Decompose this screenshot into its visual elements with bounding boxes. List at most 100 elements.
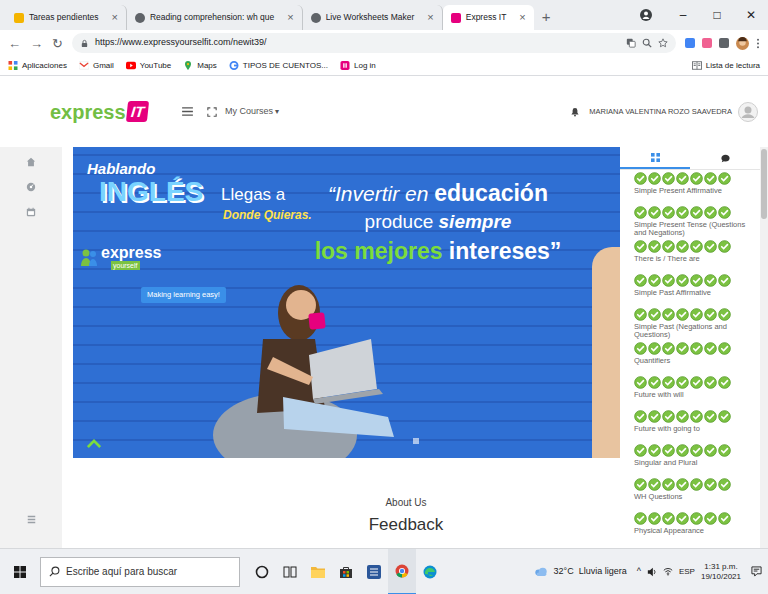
check-badge-icon[interactable] — [704, 206, 717, 219]
footer-link[interactable]: About Us — [385, 498, 426, 508]
my-courses-menu[interactable]: My Courses▾ — [225, 105, 279, 119]
check-badge-icon[interactable] — [690, 308, 703, 321]
drawer-icon[interactable] — [27, 515, 36, 524]
check-badge-icon[interactable] — [648, 172, 661, 185]
badge-group[interactable]: Simple Present Affirmative — [634, 170, 746, 204]
search-placeholder[interactable]: Escribe aquí para buscar — [66, 564, 177, 579]
close-tab-icon[interactable]: × — [519, 12, 525, 23]
panel-tab[interactable] — [620, 147, 690, 169]
check-badge-icon[interactable] — [690, 410, 703, 423]
check-badge-icon[interactable] — [662, 206, 675, 219]
clock-time[interactable]: 1:31 p.m. — [704, 562, 737, 571]
taskbar-app[interactable] — [388, 549, 416, 594]
check-badge-icon[interactable] — [718, 512, 731, 525]
check-badge-icon[interactable] — [718, 308, 731, 321]
check-badge-icon[interactable] — [648, 512, 661, 525]
calendar-icon[interactable] — [26, 207, 36, 217]
taskbar-app[interactable] — [360, 549, 388, 594]
nav-button[interactable]: → — [30, 37, 43, 50]
close-tab-icon[interactable]: × — [427, 12, 433, 23]
check-badge-icon[interactable] — [704, 410, 717, 423]
tray-expand-icon[interactable]: ^ — [637, 565, 641, 579]
check-badge-icon[interactable] — [648, 206, 661, 219]
check-badge-icon[interactable] — [718, 206, 731, 219]
check-badge-icon[interactable] — [648, 410, 661, 423]
check-badge-icon[interactable] — [718, 376, 731, 389]
account-icon[interactable] — [736, 37, 749, 50]
taskbar-app[interactable] — [332, 549, 360, 594]
check-badge-icon[interactable] — [648, 478, 661, 491]
check-badge-icon[interactable] — [676, 376, 689, 389]
check-badge-icon[interactable] — [704, 274, 717, 287]
check-badge-icon[interactable] — [704, 444, 717, 457]
check-badge-icon[interactable] — [718, 478, 731, 491]
check-badge-icon[interactable] — [704, 172, 717, 185]
check-badge-icon[interactable] — [648, 240, 661, 253]
check-badge-icon[interactable] — [718, 410, 731, 423]
check-badge-icon[interactable] — [676, 308, 689, 321]
scrollbar-thumb[interactable] — [761, 149, 767, 219]
user-name[interactable]: MARIANA VALENTINA ROZO SAAVEDRA — [589, 106, 732, 117]
check-badge-icon[interactable] — [704, 342, 717, 355]
check-badge-icon[interactable] — [690, 274, 703, 287]
check-badge-icon[interactable] — [690, 512, 703, 525]
check-badge-icon[interactable] — [676, 206, 689, 219]
check-badge-icon[interactable] — [690, 240, 703, 253]
notifications-icon[interactable] — [751, 566, 762, 577]
check-badge-icon[interactable] — [718, 444, 731, 457]
check-badge-icon[interactable] — [676, 478, 689, 491]
window-control-button[interactable]: – — [666, 6, 700, 24]
check-badge-icon[interactable] — [690, 376, 703, 389]
check-badge-icon[interactable] — [634, 206, 647, 219]
badge-group[interactable]: Future with going to — [634, 408, 746, 442]
badge-group[interactable]: There is / There are — [634, 238, 746, 272]
check-badge-icon[interactable] — [634, 478, 647, 491]
check-badge-icon[interactable] — [704, 240, 717, 253]
check-badge-icon[interactable] — [634, 342, 647, 355]
omnibox[interactable]: https://www.expressyourselfit.com/newit3… — [72, 33, 676, 53]
check-badge-icon[interactable] — [690, 172, 703, 185]
weather-icon[interactable] — [534, 567, 548, 577]
check-badge-icon[interactable] — [704, 376, 717, 389]
check-badge-icon[interactable] — [662, 240, 675, 253]
check-badge-icon[interactable] — [690, 478, 703, 491]
tab-label[interactable]: Tareas pendientes — [29, 11, 98, 24]
start-button[interactable] — [0, 549, 40, 594]
check-badge-icon[interactable] — [690, 444, 703, 457]
avatar-icon[interactable] — [738, 102, 758, 122]
speaker-icon[interactable] — [647, 567, 657, 577]
taskbar-app[interactable] — [248, 549, 276, 594]
menu-icon[interactable] — [756, 38, 760, 49]
check-badge-icon[interactable] — [662, 444, 675, 457]
check-badge-icon[interactable] — [662, 308, 675, 321]
logo-text[interactable]: express — [50, 102, 126, 122]
bookmark[interactable]: Aplicaciones — [8, 60, 67, 72]
zoom-icon[interactable] — [642, 38, 652, 48]
badge-group[interactable]: Simple Past (Negations and Questions) — [634, 306, 746, 340]
extension-icon[interactable] — [702, 38, 712, 48]
check-badge-icon[interactable] — [634, 308, 647, 321]
tab-label[interactable]: Express IT — [466, 11, 507, 24]
check-badge-icon[interactable] — [662, 376, 675, 389]
clock-date[interactable]: 19/10/2021 — [701, 572, 741, 581]
nav-button[interactable]: ← — [8, 37, 21, 50]
lock-icon[interactable] — [80, 39, 89, 48]
taskbar-search[interactable]: Escribe aquí para buscar — [40, 557, 240, 587]
check-badge-icon[interactable] — [634, 376, 647, 389]
fullscreen-icon[interactable] — [207, 107, 217, 117]
dashboard-icon[interactable] — [26, 182, 36, 192]
footer-link[interactable]: Feedback — [369, 516, 444, 533]
bookmark[interactable]: YouTube — [126, 60, 171, 72]
check-badge-icon[interactable] — [718, 240, 731, 253]
check-badge-icon[interactable] — [634, 444, 647, 457]
tab-label[interactable]: Reading comprehension: wh que — [150, 11, 274, 24]
badge-group[interactable]: Simple Past Affirmative — [634, 272, 746, 306]
check-badge-icon[interactable] — [718, 274, 731, 287]
hamburger-icon[interactable] — [182, 107, 193, 116]
my-courses-label[interactable]: My Courses — [225, 105, 273, 119]
panel-tab[interactable] — [690, 147, 760, 169]
scrollbar[interactable] — [760, 147, 768, 548]
check-badge-icon[interactable] — [634, 410, 647, 423]
check-badge-icon[interactable] — [648, 274, 661, 287]
check-badge-icon[interactable] — [676, 342, 689, 355]
